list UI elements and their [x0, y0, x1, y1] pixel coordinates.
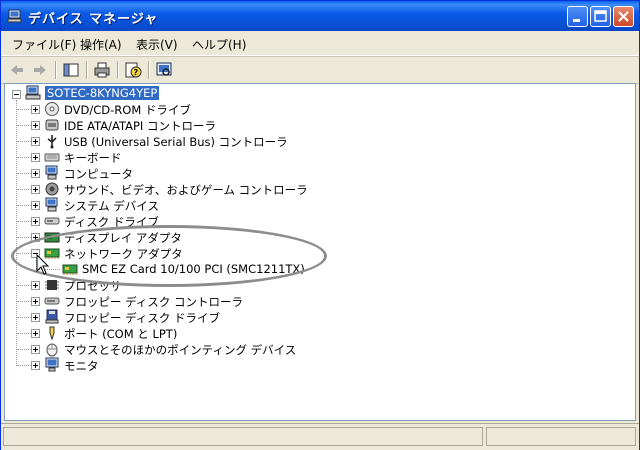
close-icon: [618, 11, 629, 22]
port-icon: [49, 326, 55, 341]
window-title: デバイス マネージャ: [28, 12, 159, 27]
keyboard-icon: [44, 153, 60, 162]
system-device-icon: [45, 197, 58, 212]
menu-action[interactable]: 操作(A): [80, 36, 122, 53]
cdrom-icon: [45, 102, 59, 116]
ide-controller-icon: [45, 119, 59, 131]
back-button[interactable]: [7, 60, 27, 80]
mouse-cursor-icon: [36, 254, 50, 275]
sound-icon: [45, 182, 59, 196]
forward-arrow-icon: [34, 65, 46, 75]
svg-text:?: ?: [134, 68, 139, 77]
forward-button[interactable]: [30, 60, 50, 80]
device-manager-window: デバイス マネージャ ファイル(F) 操作(A) 表示(V) ヘルプ(H) ? …: [0, 0, 640, 450]
menu-file[interactable]: ファイル(F): [12, 36, 76, 53]
device-tree[interactable]: SOTEC-8KYNG4YEP DVD/CD-ROM ドライブ IDE ATA/A…: [4, 83, 636, 421]
menu-view[interactable]: 表示(V): [136, 36, 178, 53]
expand-toggle[interactable]: [31, 153, 40, 162]
status-panel-secondary: [486, 427, 636, 446]
floppy-drive-icon: [45, 309, 59, 324]
usb-icon: [47, 135, 57, 149]
expand-toggle[interactable]: [31, 217, 40, 226]
expand-toggle[interactable]: [31, 297, 40, 306]
tree-item-label: DVD/CD-ROM ドライブ: [64, 103, 191, 117]
mouse-icon: [46, 343, 58, 357]
tree-item-label: モニタ: [64, 359, 99, 373]
monitor-icon: [45, 357, 59, 372]
expand-toggle[interactable]: [31, 105, 40, 114]
expand-toggle[interactable]: [31, 281, 40, 290]
tree-item-label: SMC EZ Card 10/100 PCI (SMC1211TX): [82, 262, 305, 276]
expand-toggle[interactable]: [31, 361, 40, 370]
expand-toggle[interactable]: [31, 169, 40, 178]
tree-item-label: プロセッサ: [64, 279, 122, 293]
tree-item-label: ポート (COM と LPT): [64, 327, 178, 341]
tree-item-label: システム デバイス: [64, 199, 159, 213]
status-panel-main: [3, 427, 483, 446]
tree-item-label: キーボード: [64, 151, 122, 165]
scan-hardware-icon: [156, 62, 172, 76]
print-button[interactable]: [92, 60, 112, 80]
menu-bar: ファイル(F) 操作(A) 表示(V) ヘルプ(H): [1, 31, 639, 56]
expand-toggle[interactable]: [31, 345, 40, 354]
expand-toggle[interactable]: [31, 313, 40, 322]
processor-icon: [45, 280, 59, 290]
properties-button[interactable]: ?: [123, 60, 143, 80]
properties-help-icon: ?: [125, 62, 142, 78]
computer-icon: [7, 9, 22, 23]
computer-icon: [25, 85, 41, 100]
scan-hardware-button[interactable]: [154, 60, 174, 80]
floppy-controller-icon: [44, 297, 60, 305]
tree-item-label: IDE ATA/ATAPI コントローラ: [64, 119, 216, 133]
tree-item-label: ディスプレイ アダプタ: [64, 231, 182, 245]
menu-help[interactable]: ヘルプ(H): [192, 36, 246, 53]
tree-item-label: USB (Universal Serial Bus) コントローラ: [64, 135, 288, 149]
status-bar: [1, 423, 639, 450]
tree-item-label: ディスク ドライブ: [64, 215, 159, 229]
tree-item-label: マウスとそのほかのポインティング デバイス: [64, 343, 297, 357]
expand-toggle[interactable]: [31, 137, 40, 146]
disk-drive-icon: [44, 217, 60, 225]
show-hide-tree-button[interactable]: [61, 60, 81, 80]
tree-item-label: ネットワーク アダプタ: [64, 247, 183, 261]
console-tree-icon: [63, 63, 79, 77]
computer-icon: [45, 165, 58, 180]
tree-root-label: SOTEC-8KYNG4YEP: [45, 86, 160, 100]
tree-item-label: フロッピー ディスク ドライブ: [64, 311, 221, 325]
expand-toggle[interactable]: [31, 233, 40, 242]
collapse-root-toggle[interactable]: [12, 90, 21, 99]
maximize-button[interactable]: [590, 6, 611, 27]
minimize-button[interactable]: [567, 6, 588, 27]
tree-item-label: サウンド、ビデオ、およびゲーム コントローラ: [64, 183, 308, 197]
expand-toggle[interactable]: [31, 329, 40, 338]
close-button[interactable]: [613, 6, 634, 27]
title-bar[interactable]: デバイス マネージャ: [1, 1, 639, 31]
expand-toggle[interactable]: [31, 201, 40, 210]
minimize-icon: [573, 19, 580, 22]
back-arrow-icon: [11, 65, 23, 75]
toolbar: ?: [1, 56, 639, 84]
display-adapter-icon: [44, 232, 60, 243]
tree-item-label: コンピュータ: [64, 167, 133, 181]
printer-icon: [94, 62, 110, 78]
expand-toggle[interactable]: [31, 121, 40, 130]
tree-item-label: フロッピー ディスク コントローラ: [64, 295, 244, 309]
expand-toggle[interactable]: [31, 185, 40, 194]
network-card-icon: [62, 264, 78, 275]
maximize-icon: [594, 10, 607, 22]
